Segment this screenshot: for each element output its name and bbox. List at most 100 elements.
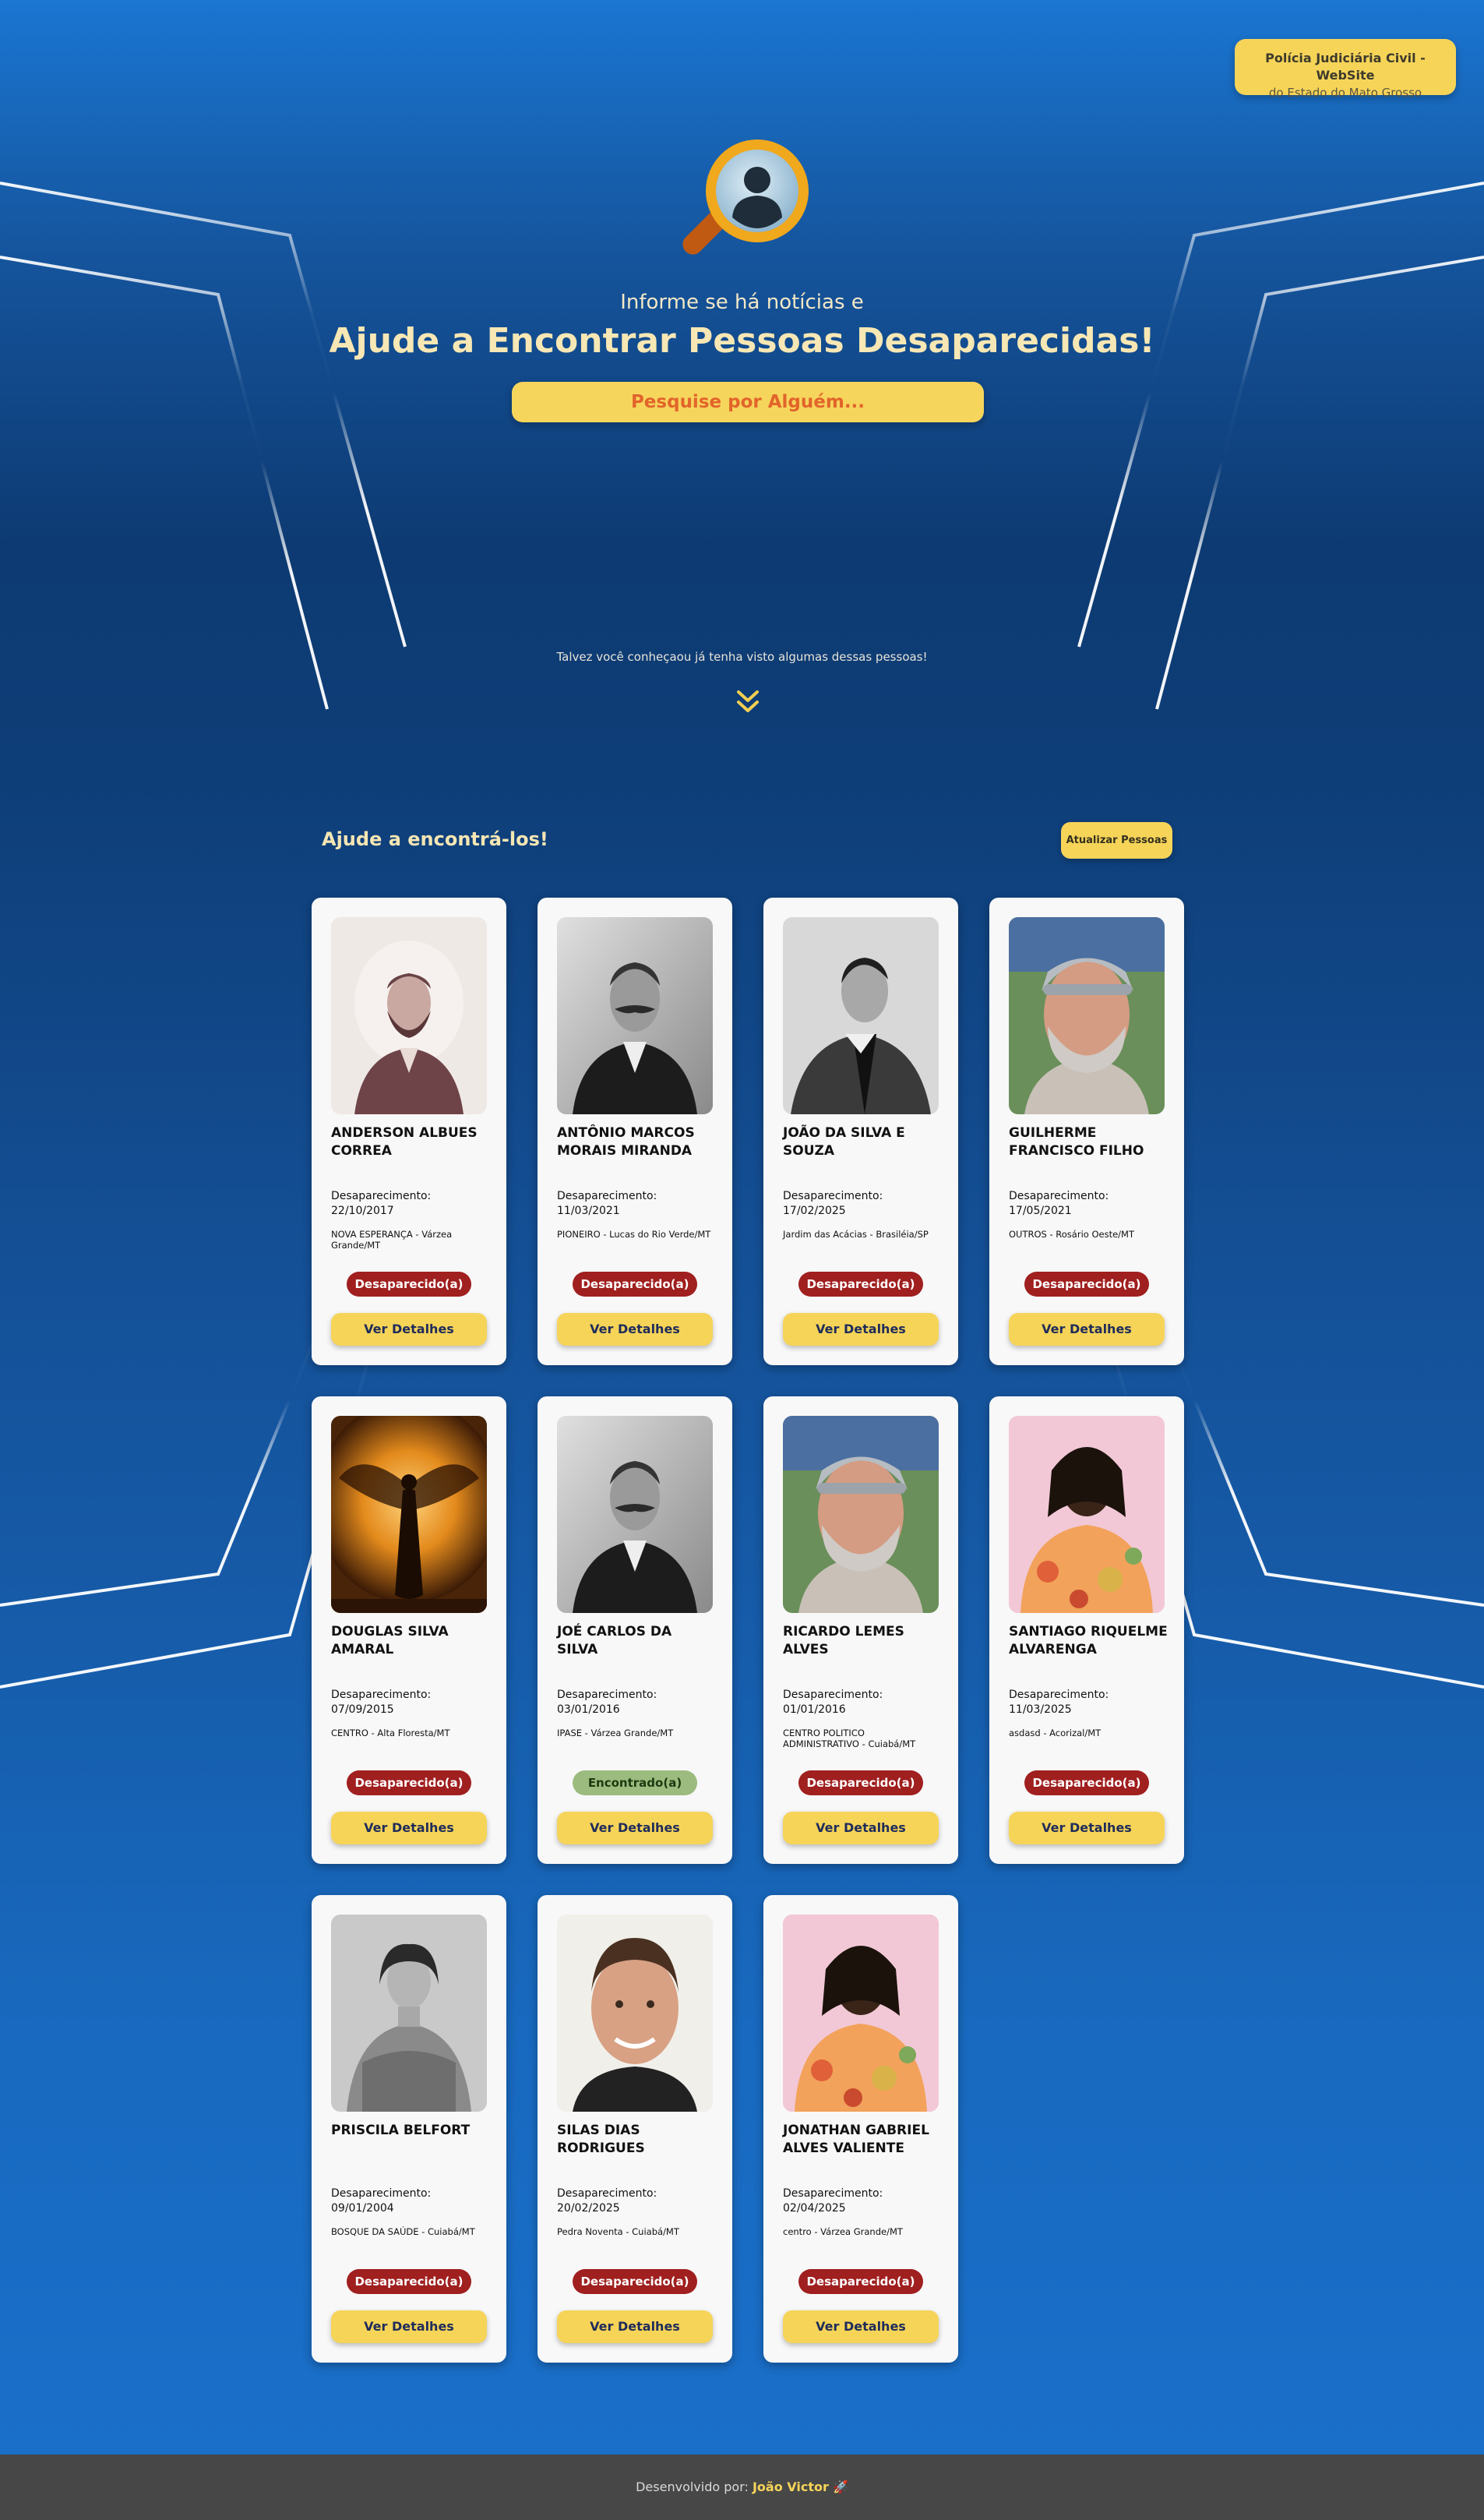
disappearance-date: 11/03/2021 — [557, 1205, 620, 1217]
disappearance-label: Desaparecimento: — [557, 1689, 657, 1701]
background-lines — [0, 182, 1484, 1689]
disappearance-label: Desaparecimento: — [1009, 1190, 1109, 1202]
person-card: DOUGLAS SILVA AMARAL Desaparecimento: 07/0… — [312, 1396, 506, 1864]
person-name: ANTÔNIO MARCOS MORAIS MIRANDA — [557, 1125, 695, 1159]
person-photo — [1009, 917, 1165, 1114]
double-chevron-down-icon[interactable] — [732, 689, 763, 715]
person-location: PIONEIRO - Lucas do Rio Verde/MT — [557, 1229, 711, 1240]
person-location: Jardim das Acácias - Brasiléia/SP — [783, 1229, 929, 1240]
status-badge: Desaparecido(a) — [798, 1770, 923, 1795]
view-details-button[interactable]: Ver Detalhes — [557, 1313, 713, 1346]
disappearance-label: Desaparecimento: — [1009, 1689, 1109, 1701]
view-details-button[interactable]: Ver Detalhes — [783, 1812, 939, 1844]
status-badge: Desaparecido(a) — [347, 2269, 471, 2294]
disappearance-label: Desaparecimento: — [783, 2187, 883, 2200]
view-details-button[interactable]: Ver Detalhes — [331, 1812, 487, 1844]
person-photo — [557, 1915, 713, 2112]
view-details-button[interactable]: Ver Detalhes — [331, 2310, 487, 2343]
person-name: JOÉ CARLOS DA SILVA — [557, 1624, 672, 1657]
view-details-button[interactable]: Ver Detalhes — [783, 2310, 939, 2343]
view-details-button[interactable]: Ver Detalhes — [557, 2310, 713, 2343]
person-photo — [783, 917, 939, 1114]
disappearance-label: Desaparecimento: — [783, 1689, 883, 1701]
status-badge: Desaparecido(a) — [798, 1272, 923, 1297]
view-details-button[interactable]: Ver Detalhes — [783, 1313, 939, 1346]
disappearance-label: Desaparecimento: — [331, 2187, 432, 2200]
person-card: ANTÔNIO MARCOS MORAIS MIRANDA Desaparecim… — [538, 898, 732, 1365]
status-badge: Desaparecido(a) — [1024, 1770, 1149, 1795]
disappearance-date: 20/02/2025 — [557, 2202, 620, 2215]
site-button-title: Polícia Judiciária Civil - WebSite — [1265, 51, 1426, 83]
status-badge: Desaparecido(a) — [573, 1272, 697, 1297]
refresh-people-button[interactable]: Atualizar Pessoas — [1061, 822, 1172, 859]
status-badge: Desaparecido(a) — [573, 2269, 697, 2294]
maybe-seen-text: Talvez você conheçaou já tenha visto alg… — [556, 650, 928, 664]
person-card: JOÉ CARLOS DA SILVA Desaparecimento: 03/01… — [538, 1396, 732, 1864]
person-name: SILAS DIAS RODRIGUES — [557, 2123, 645, 2156]
person-location: CENTRO - Alta Floresta/MT — [331, 1728, 450, 1738]
person-name: JONATHAN GABRIEL ALVES VALIENTE — [783, 2123, 929, 2156]
person-name: GUILHERME FRANCISCO FILHO — [1009, 1125, 1144, 1159]
magnifier-person-icon — [682, 139, 809, 255]
disappearance-label: Desaparecimento: — [331, 1190, 432, 1202]
person-name: DOUGLAS SILVA AMARAL — [331, 1624, 449, 1657]
view-details-button[interactable]: Ver Detalhes — [1009, 1812, 1165, 1844]
person-card: JONATHAN GABRIEL ALVES VALIENTE Desaparec… — [763, 1895, 958, 2363]
person-name: JOÃO DA SILVA E SOUZA — [783, 1125, 905, 1159]
site-button-subtitle: do Estado do Mato Grosso — [1268, 86, 1422, 100]
person-name: ANDERSON ALBUES CORREA — [331, 1125, 478, 1159]
status-badge: Encontrado(a) — [573, 1770, 697, 1795]
person-card: PRISCILA BELFORT Desaparecimento: 09/01/20… — [312, 1895, 506, 2363]
person-location: IPASE - Várzea Grande/MT — [557, 1728, 674, 1738]
police-website-button[interactable]: Polícia Judiciária Civil - WebSite do Es… — [1235, 39, 1456, 100]
hero-title: Ajude a Encontrar Pessoas Desaparecidas! — [329, 321, 1155, 361]
person-photo — [783, 1416, 939, 1613]
person-name: PRISCILA BELFORT — [331, 2123, 471, 2138]
disappearance-date: 22/10/2017 — [331, 1205, 394, 1217]
person-photo — [783, 1915, 939, 2112]
person-photo — [557, 917, 713, 1114]
disappearance-date: 17/02/2025 — [783, 1205, 846, 1217]
footer: Desenvolvido por: João Victor 🚀 — [0, 2455, 1484, 2520]
disappearance-label: Desaparecimento: — [783, 1190, 883, 1202]
person-card: SILAS DIAS RODRIGUES Desaparecimento: 20/0… — [538, 1895, 732, 2363]
status-badge: Desaparecido(a) — [1024, 1272, 1149, 1297]
section-title: Ajude a encontrá-los! — [322, 828, 548, 850]
person-photo — [1009, 1416, 1165, 1613]
view-details-button[interactable]: Ver Detalhes — [331, 1313, 487, 1346]
search-button[interactable]: Pesquise por Alguém... — [512, 382, 984, 422]
disappearance-label: Desaparecimento: — [557, 2187, 657, 2200]
disappearance-date: 17/05/2021 — [1009, 1205, 1072, 1217]
disappearance-label: Desaparecimento: — [331, 1689, 432, 1701]
person-card: GUILHERME FRANCISCO FILHO Desaparecimento… — [989, 898, 1184, 1365]
disappearance-date: 07/09/2015 — [331, 1703, 394, 1716]
disappearance-date: 03/01/2016 — [557, 1703, 620, 1716]
view-details-button[interactable]: Ver Detalhes — [557, 1812, 713, 1844]
disappearance-label: Desaparecimento: — [557, 1190, 657, 1202]
footer-author-link[interactable]: João Victor — [753, 2479, 829, 2494]
footer-prefix: Desenvolvido por: — [636, 2479, 749, 2494]
status-badge: Desaparecido(a) — [798, 2269, 923, 2294]
hero-subtitle: Informe se há notícias e — [620, 291, 864, 314]
person-name: SANTIAGO RIQUELME ALVARENGA — [1009, 1624, 1168, 1657]
disappearance-date: 09/01/2004 — [331, 2202, 394, 2215]
person-photo — [331, 1416, 487, 1613]
person-location: asdasd - Acorizal/MT — [1009, 1728, 1102, 1738]
person-location: CENTRO POLITICO ADMINISTRATIVO - Cuiabá/… — [783, 1728, 916, 1749]
disappearance-date: 01/01/2016 — [783, 1703, 846, 1716]
person-name: RICARDO LEMES ALVES — [783, 1624, 904, 1657]
person-location: NOVA ESPERANÇA - Várzea Grande/MT — [331, 1229, 453, 1251]
person-location: BOSQUE DA SAÚDE - Cuiabá/MT — [331, 2226, 475, 2237]
view-details-button[interactable]: Ver Detalhes — [1009, 1313, 1165, 1346]
person-photo — [557, 1416, 713, 1613]
disappearance-date: 11/03/2025 — [1009, 1703, 1072, 1716]
rocket-icon: 🚀 — [832, 2479, 848, 2494]
person-photo — [331, 917, 487, 1114]
person-card: JOÃO DA SILVA E SOUZA Desaparecimento: 17/… — [763, 898, 958, 1365]
person-card: SANTIAGO RIQUELME ALVARENGA Desaparecimen… — [989, 1396, 1184, 1864]
status-badge: Desaparecido(a) — [347, 1272, 471, 1297]
person-card: ANDERSON ALBUES CORREA Desaparecimento: 22… — [312, 898, 506, 1365]
person-card: RICARDO LEMES ALVES Desaparecimento: 01/01… — [763, 1396, 958, 1864]
person-location: OUTROS - Rosário Oeste/MT — [1009, 1229, 1134, 1240]
person-photo — [331, 1915, 487, 2112]
